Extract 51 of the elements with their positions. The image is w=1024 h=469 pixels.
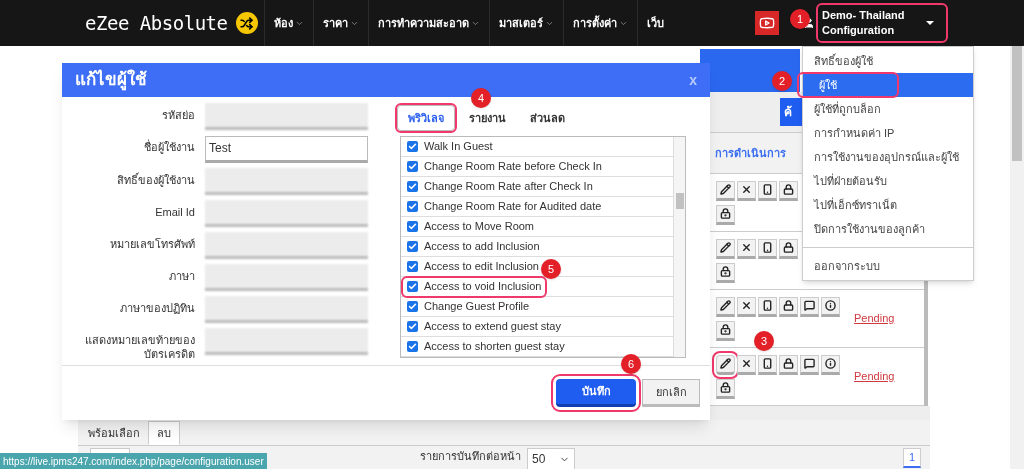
step-badge: 3	[754, 331, 774, 351]
per-page-select[interactable]: 50	[527, 448, 575, 469]
field-label: ภาษาของปฏิทิน	[119, 300, 195, 315]
field-label: หมายเลขโทรศัพท์	[109, 236, 195, 251]
field-label: รหัสย่อ	[161, 108, 195, 122]
nav-menu-item[interactable]: มาสเตอร์	[488, 0, 563, 46]
privilege-tab[interactable]: ส่วนลด	[520, 105, 575, 131]
dropdown-item[interactable]: ไปที่เอ็กซ์ทราเน็ต	[803, 193, 973, 217]
column-header: การดำเนินการ	[715, 145, 786, 161]
dropdown-item[interactable]: สิทธิ์ของผู้ใช้	[803, 49, 973, 73]
permission-label: Change Guest Profile	[424, 299, 530, 315]
permission-label: Access to extend guest stay	[424, 319, 561, 335]
field-label: ชื่อผู้ใช้งาน	[143, 138, 195, 154]
nav-menu-item[interactable]: การทำความสะอาด	[367, 0, 489, 46]
per-page-label: รายการบันทึกต่อหน้า	[420, 449, 521, 464]
dropdown-item[interactable]: ผู้ใช้ที่ถูกบล็อก	[803, 97, 973, 121]
dropdown-item[interactable]: การใช้งานของอุปกรณ์และผู้ใช้	[803, 145, 973, 169]
dropdown-item[interactable]: การกำหนดค่า IP	[803, 121, 973, 145]
nav-menu-item[interactable]: เว็บ	[636, 0, 673, 46]
nav-menu-item[interactable]: ห้อง	[263, 0, 313, 46]
privilege-tab[interactable]: พริวิเลจ	[397, 105, 455, 131]
dropdown-item[interactable]: ออกจากระบบ	[803, 254, 973, 278]
permission-label: Change Room Rate for Audited date	[424, 199, 602, 215]
dropdown-item[interactable]: ไปที่ฝ่ายต้อนรับ	[803, 169, 973, 193]
permission-label: Walk In Guest	[424, 139, 493, 155]
status-link[interactable]: Pending	[854, 310, 895, 327]
permission-label: Access to add Inclusion	[424, 239, 540, 255]
nav-menu-item[interactable]: การตั้งค่า	[562, 0, 637, 46]
field-label: แสดงหมายเลขท้ายของบัตรเครดิต	[84, 332, 195, 361]
nav-menu-item[interactable]: ราคา	[312, 0, 368, 46]
permission-label: Change Room Rate after Check In	[424, 179, 593, 195]
field-label: ภาษา	[168, 268, 195, 283]
user-menu-button[interactable]: Demo- Thailand Configuration	[818, 5, 946, 41]
permission-label: Access to edit Inclusion	[424, 259, 539, 275]
status-link[interactable]: Pending	[854, 368, 895, 385]
field-label: Email Id	[154, 204, 195, 219]
permission-label: Access to Move Room	[424, 219, 535, 235]
privilege-tab[interactable]: รายงาน	[459, 105, 516, 131]
dropdown-item[interactable]: ปิดการใช้งานของลูกค้า	[803, 217, 973, 241]
cancel-button[interactable]: ยกเลิก	[642, 379, 700, 407]
app-logo: eZee Absolute	[85, 10, 228, 36]
permission-label: Access to void Inclusion	[424, 279, 542, 295]
dialog-title: แก้ไขผู้ใช้	[75, 68, 147, 93]
bulk-tab[interactable]: ลบ	[148, 421, 180, 445]
permission-label: Access to shorten guest stay	[424, 339, 565, 355]
page-button[interactable]: 1	[903, 448, 921, 468]
field-label: สิทธิ์ของผู้ใช้งาน	[116, 171, 195, 187]
permission-label: Change Room Rate before Check In	[424, 159, 602, 175]
input-field[interactable]: Test	[205, 135, 368, 163]
bulk-tab[interactable]: พร้อมเลือก	[80, 421, 148, 445]
url-status-tooltip: https://live.ipms247.com/index.php/page/configuration.user	[0, 453, 267, 469]
